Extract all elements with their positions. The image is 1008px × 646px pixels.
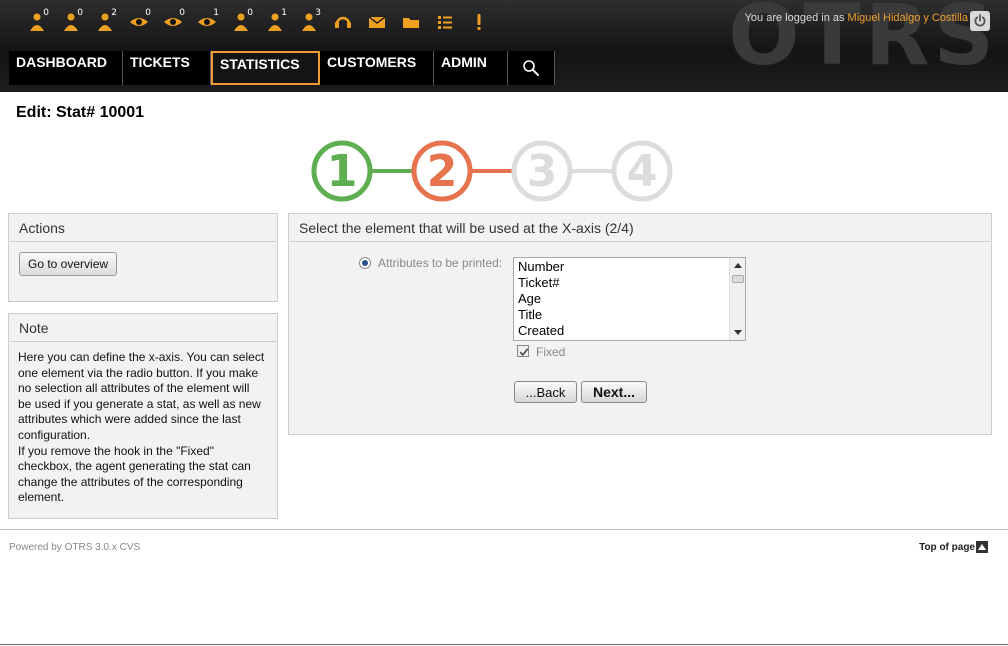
actions-heading: Actions — [10, 214, 276, 242]
attribute-option[interactable]: Title — [518, 307, 745, 323]
logout-button[interactable] — [970, 11, 990, 31]
toolbar-button[interactable]: 0 — [224, 8, 258, 36]
toolbar-button[interactable] — [462, 8, 496, 36]
toolbar-count: 3 — [315, 8, 321, 18]
scroll-thumb[interactable] — [732, 275, 744, 283]
step-number: 4 — [627, 146, 658, 197]
note-line: one element via the radio button. If you… — [18, 365, 259, 380]
note-line: attributes which were added since the la… — [18, 412, 241, 427]
email-ticket-icon — [368, 16, 386, 28]
top-of-page-link[interactable]: Top of page — [919, 542, 975, 553]
page-title: Edit: Stat# 10001 — [16, 104, 145, 121]
attributes-label: Attributes to be printed: — [378, 256, 503, 270]
attribute-option[interactable]: Created — [518, 323, 745, 339]
nav-search-button[interactable] — [508, 51, 555, 85]
toolbar-count: 1 — [213, 8, 219, 18]
main-nav: DASHBOARD TICKETS STATISTICS CUSTOMERS A… — [9, 51, 555, 85]
wizard-steps: 1 2 3 4 — [311, 140, 673, 202]
toolbar-button[interactable]: 0 — [156, 8, 190, 36]
note-box: Note Here you can define the x-axis. You… — [8, 313, 278, 519]
note-line: configuration. — [18, 427, 91, 442]
toolbar-count: 0 — [179, 8, 185, 18]
toolbar-count: 0 — [145, 8, 151, 18]
note-heading: Note — [10, 314, 276, 342]
fixed-label: Fixed — [536, 345, 566, 359]
attributes-radio[interactable] — [359, 257, 371, 269]
header: OTRS 002001013 You are logged in as Migu… — [0, 0, 1008, 92]
step-number: 1 — [327, 146, 358, 197]
toolbar-button[interactable]: 2 — [88, 8, 122, 36]
toolbar-button[interactable]: 0 — [54, 8, 88, 36]
note-line: be used if you generate a stat, as well … — [18, 396, 261, 411]
note-line: Here you can define the x-axis. You can … — [18, 350, 265, 364]
checkmark-icon — [519, 348, 529, 357]
toolbar-button[interactable]: 3 — [292, 8, 326, 36]
toolbar-count: 0 — [77, 8, 83, 18]
attributes-listbox[interactable]: Number Ticket# Age Title Created — [513, 257, 746, 341]
toolbar-button[interactable] — [326, 8, 360, 36]
note-line: change the attributes of the correspondi… — [18, 474, 243, 489]
toolbar-count: 0 — [43, 8, 49, 18]
actions-box: Actions Go to overview — [8, 213, 278, 302]
phone-ticket-icon — [335, 16, 351, 28]
note-text: Here you can define the x-axis. You can … — [9, 342, 277, 514]
fixed-checkbox[interactable] — [517, 345, 529, 357]
toolbar-count: 2 — [111, 8, 117, 18]
go-to-overview-button[interactable]: Go to overview — [19, 252, 118, 276]
toolbar-button[interactable]: 1 — [258, 8, 292, 36]
queue-view-icon — [403, 18, 419, 28]
scroll-up-icon[interactable] — [734, 263, 742, 268]
nav-customers[interactable]: CUSTOMERS — [320, 51, 434, 85]
next-button[interactable]: Next... — [581, 381, 647, 403]
toolbar-button[interactable] — [394, 8, 428, 36]
x-axis-box: Select the element that will be used at … — [288, 213, 992, 435]
nav-dashboard[interactable]: DASHBOARD — [9, 51, 123, 85]
note-line: If you remove the hook in the "Fixed" — [18, 443, 214, 458]
bottom-border — [0, 644, 1008, 645]
toolbar-button[interactable] — [360, 8, 394, 36]
back-button[interactable]: ...Back — [514, 381, 577, 403]
note-line: no selection all attributes of the eleme… — [18, 381, 250, 396]
login-info: You are logged in as Miguel Hidalgo y Co… — [745, 12, 968, 24]
step-number: 3 — [527, 146, 558, 197]
nav-admin[interactable]: ADMIN — [434, 51, 508, 85]
attribute-option[interactable]: Ticket# — [518, 275, 745, 291]
toolbar-button[interactable]: 1 — [190, 8, 224, 36]
listbox-scrollbar[interactable] — [729, 258, 745, 340]
attribute-option[interactable]: Age — [518, 291, 745, 307]
step-number: 2 — [427, 146, 458, 197]
user-name-link[interactable]: Miguel Hidalgo y Costilla — [848, 12, 968, 24]
power-icon — [974, 14, 986, 27]
note-line: checkbox, the agent generating the stat … — [18, 459, 251, 474]
scroll-down-icon[interactable] — [734, 330, 742, 335]
toolbar: 0 0 2 0 0 1 0 1 3 — [20, 8, 496, 36]
search-icon — [523, 60, 539, 76]
toolbar-button[interactable]: 0 — [20, 8, 54, 36]
toolbar-count: 1 — [281, 8, 287, 18]
status-view-icon — [438, 16, 452, 29]
toolbar-button[interactable]: 0 — [122, 8, 156, 36]
attribute-option[interactable]: Number — [518, 259, 745, 275]
toolbar-count: 0 — [247, 8, 253, 18]
note-line: element. — [18, 490, 65, 505]
arrow-up-icon[interactable] — [976, 541, 988, 553]
nav-tickets[interactable]: TICKETS — [123, 51, 211, 85]
login-prefix: You are logged in as — [744, 12, 848, 24]
escalation-view-icon — [477, 14, 481, 30]
powered-by: Powered by OTRS 3.0.x CVS — [9, 542, 141, 553]
x-axis-heading: Select the element that will be used at … — [290, 214, 990, 242]
nav-statistics[interactable]: STATISTICS — [211, 51, 320, 85]
toolbar-button[interactable] — [428, 8, 462, 36]
footer-divider — [0, 529, 1008, 530]
